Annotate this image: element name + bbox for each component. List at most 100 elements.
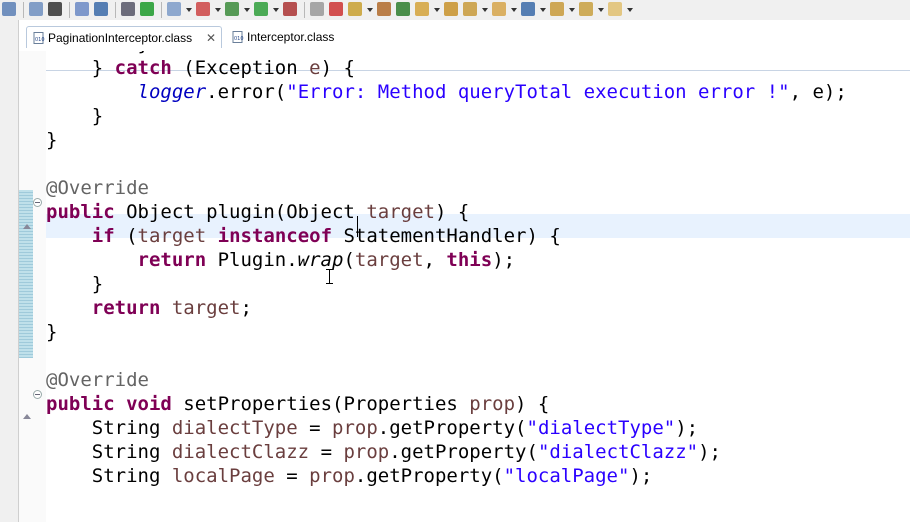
code-token: target [137, 225, 207, 247]
code-token: } [46, 321, 58, 343]
code-token: ); [492, 249, 516, 271]
debug-icon[interactable] [225, 2, 239, 16]
svg-text:010: 010 [35, 37, 45, 43]
code-token: this [446, 249, 493, 271]
stop-icon[interactable] [310, 2, 324, 16]
code-token: = [274, 465, 310, 487]
chevron-down-icon[interactable] [482, 8, 488, 12]
code-token: .getProperty( [354, 465, 504, 487]
code-token: catch [114, 57, 172, 79]
deploy-icon[interactable] [329, 2, 343, 16]
code-token: } [91, 273, 104, 295]
close-tab-icon[interactable]: ✕ [206, 27, 216, 49]
chevron-down-icon[interactable] [186, 8, 192, 12]
toolbar-separator [161, 2, 162, 18]
code-line: public Object plugin(Object target) { [46, 200, 469, 224]
code-token: return [91, 297, 161, 319]
code-line: if (target instanceof StatementHandler) … [46, 224, 561, 248]
next-annotation-icon[interactable] [550, 2, 564, 16]
run-icon[interactable] [254, 2, 268, 16]
save-all-icon[interactable] [2, 2, 16, 16]
chevron-down-icon[interactable] [598, 8, 604, 12]
back-icon[interactable] [608, 2, 622, 16]
chevron-down-icon[interactable] [244, 8, 250, 12]
code-editor[interactable]: } } catch (Exception e) { logger.error("… [46, 51, 910, 522]
chevron-down-icon[interactable] [569, 8, 575, 12]
console-icon[interactable] [94, 2, 108, 16]
code-token: . [206, 81, 218, 103]
toolbar-separator [304, 2, 305, 18]
refresh-red-icon[interactable] [196, 2, 210, 16]
code-line: @Override [46, 368, 149, 392]
code-token: ); [698, 441, 721, 463]
properties-icon[interactable] [29, 2, 43, 16]
ibeam-cursor-icon [326, 269, 334, 285]
external-tools-icon[interactable] [283, 2, 297, 16]
chevron-down-icon[interactable] [627, 8, 633, 12]
toolbar-separator [69, 2, 70, 18]
chevron-down-icon[interactable] [367, 8, 373, 12]
code-token: public [46, 201, 115, 223]
fold-collapse-icon[interactable] [33, 198, 42, 207]
prev-annotation-icon[interactable] [579, 2, 593, 16]
code-token: ); [675, 417, 699, 439]
code-token: ( [114, 225, 138, 247]
code-token: void [126, 393, 172, 415]
code-token: ; [240, 297, 252, 319]
folder-icon[interactable] [492, 2, 506, 16]
toolbar-separator [23, 2, 24, 18]
tab-interceptor[interactable]: 010 Interceptor.class [232, 26, 352, 48]
svg-text:010: 010 [234, 36, 244, 42]
code-line: public void setProperties(Properties pro… [46, 392, 549, 416]
print-icon[interactable] [75, 2, 89, 16]
fold-collapse-icon[interactable] [33, 390, 42, 399]
code-token: = [309, 441, 344, 463]
open-project-icon[interactable] [444, 2, 458, 16]
code-token: } [138, 51, 149, 55]
chevron-down-icon[interactable] [273, 8, 279, 12]
chevron-down-icon[interactable] [511, 8, 517, 12]
left-strip [0, 20, 19, 51]
code-token: dialectType [171, 417, 298, 439]
code-token: target [171, 297, 241, 319]
tab-label: PaginationInterceptor.class [48, 31, 193, 45]
code-token: .getProperty( [389, 441, 538, 463]
code-token: } [91, 57, 115, 79]
server-icon[interactable] [377, 2, 391, 16]
open-file-icon[interactable] [167, 2, 181, 16]
code-token: Object plugin(Object [114, 201, 367, 223]
chevron-down-icon[interactable] [434, 8, 440, 12]
code-token: public [46, 393, 115, 415]
code-token: String [91, 417, 172, 439]
wizard-icon[interactable] [463, 2, 477, 16]
code-token: e [309, 57, 321, 79]
user-icon[interactable] [48, 2, 62, 16]
code-token: dialectClazz [171, 441, 310, 463]
chevron-down-icon[interactable] [215, 8, 221, 12]
code-token: "dialectClazz" [537, 441, 699, 463]
refresh-icon[interactable] [396, 2, 410, 16]
globe-icon[interactable] [521, 2, 535, 16]
code-token: ) { [320, 57, 355, 79]
code-token: (Exception [171, 57, 310, 79]
link-icon[interactable] [121, 2, 135, 16]
code-token: ( [343, 249, 355, 271]
code-token: logger [137, 81, 207, 103]
tab-pagination-interceptor[interactable]: 010 PaginationInterceptor.class ✕ [26, 26, 222, 48]
open-folder-icon[interactable] [415, 2, 429, 16]
code-line: @Override [46, 176, 149, 200]
run-green-icon[interactable] [140, 2, 154, 16]
fold-end-icon [23, 414, 31, 419]
pin-icon[interactable] [348, 2, 362, 16]
chevron-down-icon[interactable] [540, 8, 546, 12]
code-line: return target; [46, 296, 252, 320]
